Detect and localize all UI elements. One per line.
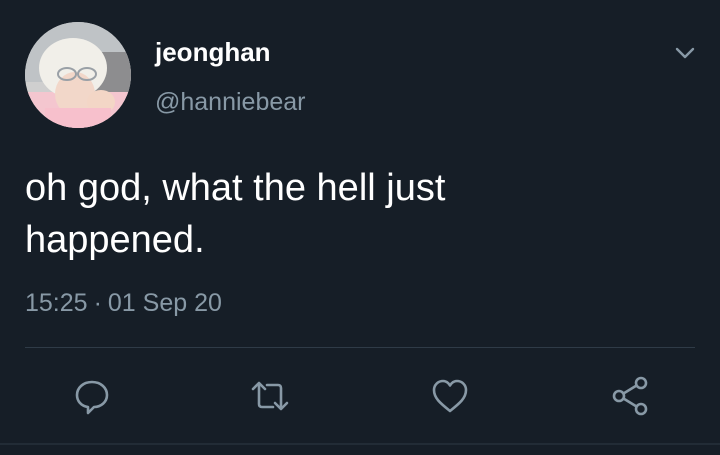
tweet-time: 15:25 [25, 289, 88, 317]
bottom-divider [0, 443, 720, 445]
retweet-icon [251, 381, 289, 411]
tweet-card: jeonghan @hanniebear oh god, what the he… [0, 0, 720, 455]
user-handle[interactable]: @hanniebear [155, 86, 306, 118]
avatar[interactable] [25, 22, 131, 128]
tweet-text-line: happened. [25, 219, 205, 261]
heart-icon [432, 379, 468, 413]
divider [25, 347, 695, 348]
avatar-photo [25, 22, 131, 128]
tweet-date: 01 Sep 20 [107, 289, 222, 317]
reply-button[interactable] [70, 374, 114, 418]
share-button[interactable] [608, 374, 652, 418]
tweet-text-line: oh god, what the hell just [25, 167, 446, 209]
display-name[interactable]: jeonghan [155, 36, 271, 68]
action-bar [0, 368, 720, 424]
tweet-timestamp[interactable]: 15:25 · 01 Sep 20 [25, 287, 222, 319]
reply-icon [75, 380, 109, 415]
share-icon [612, 376, 648, 416]
retweet-button[interactable] [248, 374, 292, 418]
tweet-text: oh god, what the hell just happened. [25, 162, 625, 266]
chevron-down-icon[interactable] [670, 38, 700, 68]
like-button[interactable] [428, 374, 472, 418]
meta-separator: · [93, 289, 102, 317]
